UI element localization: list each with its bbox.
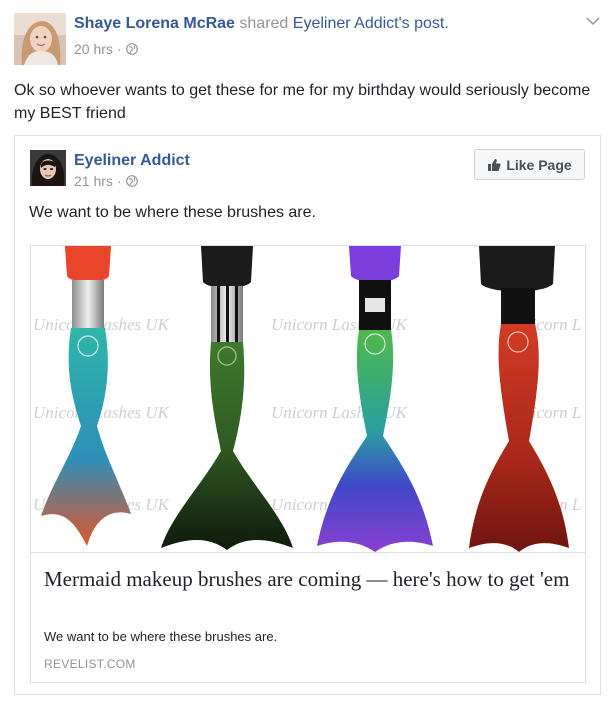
link-attachment[interactable]: Unicorn Lashes UK Unicorn Lashes UK Unic… [30,245,586,683]
post-meta: 20 hrs · [74,41,138,57]
sharer-name-link[interactable]: Shaye Lorena McRae [74,15,235,32]
sharer-avatar[interactable] [14,13,66,65]
shared-page-link[interactable]: Eyeliner Addict's [293,15,410,32]
attachment-domain: REVELIST.COM [44,657,136,671]
thumbs-up-icon [487,158,501,172]
brush-red [469,246,569,552]
meta-separator: · [116,173,122,189]
shared-post-timestamp[interactable]: 21 hrs [74,173,113,189]
shared-post-link[interactable]: post. [414,15,449,32]
page-name-link[interactable]: Eyeliner Addict [74,152,190,170]
meta-separator: · [116,41,122,57]
shared-verb: shared [239,15,289,32]
brush-teal [41,246,131,546]
attachment-image[interactable]: Unicorn Lashes UK Unicorn Lashes UK Unic… [31,246,585,552]
shared-post-message: We want to be where these brushes are. [29,204,316,221]
shared-post-card: Eyeliner Addict 21 hrs · Like Page We wa… [14,135,601,695]
like-page-label: Like Page [506,156,572,173]
attachment-description: We want to be where these brushes are. [44,629,278,644]
attachment-body[interactable]: Mermaid makeup brushes are coming — here… [31,552,585,682]
chevron-down-icon[interactable] [584,14,602,28]
post-header-line: Shaye Lorena McRae shared Eyeliner Addic… [74,15,449,33]
feed-post: Shaye Lorena McRae shared Eyeliner Addic… [0,0,614,708]
post-message: Ok so whoever wants to get these for me … [14,82,591,122]
globe-icon[interactable] [125,43,138,55]
shared-post-meta: 21 hrs · [74,173,138,189]
post-timestamp[interactable]: 20 hrs [74,41,113,57]
globe-icon[interactable] [125,175,138,187]
attachment-title[interactable]: Mermaid makeup brushes are coming — here… [44,566,574,592]
like-page-button[interactable]: Like Page [474,149,585,180]
page-avatar[interactable] [30,150,66,186]
brush-purple [317,246,433,552]
